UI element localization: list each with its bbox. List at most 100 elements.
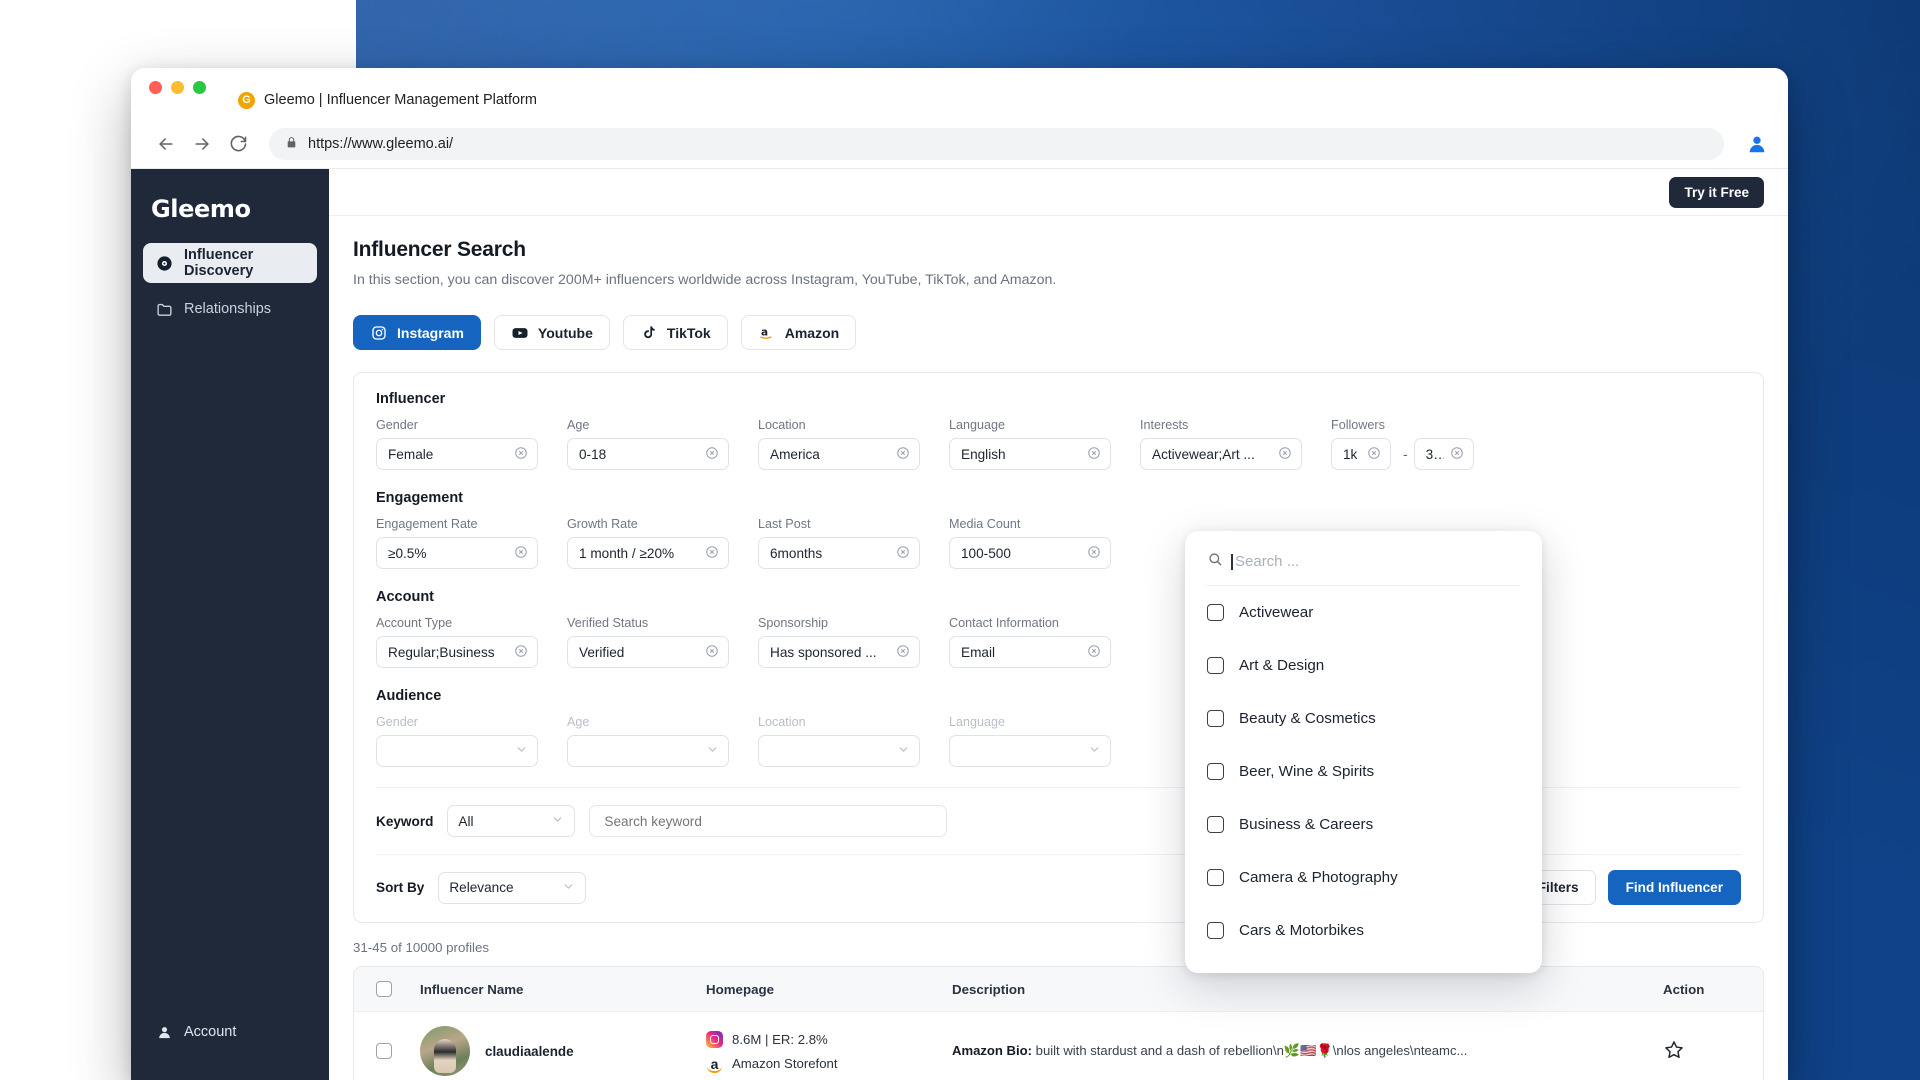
table-header-homepage: Homepage bbox=[696, 967, 942, 1012]
star-icon[interactable] bbox=[1663, 1040, 1685, 1064]
description-text: built with stardust and a dash of rebell… bbox=[1035, 1043, 1468, 1058]
results-table: Influencer Name Homepage Description Act… bbox=[353, 966, 1764, 1080]
filter-gender-control[interactable]: Female bbox=[376, 438, 538, 470]
sidebar-item-influencer-discovery[interactable]: Influencer Discovery bbox=[143, 243, 317, 283]
interest-checkbox[interactable] bbox=[1207, 869, 1224, 886]
results-count: 31-45 of 10000 profiles bbox=[353, 940, 490, 955]
sort-label: Sort By bbox=[376, 880, 425, 895]
filter-interests-control[interactable]: Activewear;Art ... bbox=[1140, 438, 1302, 470]
minimize-window-button[interactable] bbox=[171, 81, 184, 94]
interest-checkbox[interactable] bbox=[1207, 922, 1224, 939]
clear-icon[interactable] bbox=[705, 446, 719, 463]
clear-icon[interactable] bbox=[896, 446, 910, 463]
filter-audience-gender-control[interactable] bbox=[376, 735, 538, 767]
keyword-scope-select[interactable]: All bbox=[447, 805, 576, 837]
clear-icon[interactable] bbox=[896, 545, 910, 562]
sort-by-select[interactable]: Relevance bbox=[438, 871, 587, 904]
clear-icon[interactable] bbox=[896, 644, 910, 661]
interest-option-beer-wine-spirits[interactable]: Beer, Wine & Spirits bbox=[1207, 745, 1520, 798]
browser-tab[interactable]: G Gleemo | Influencer Management Platfor… bbox=[224, 80, 553, 120]
filter-language-control[interactable]: English bbox=[949, 438, 1111, 470]
filter-account-type-control[interactable]: Regular;Business bbox=[376, 636, 538, 668]
filter-age-control[interactable]: 0-18 bbox=[567, 438, 729, 470]
interests-search-row[interactable]: Search ... bbox=[1207, 551, 1520, 586]
filter-audience-gender: Gender bbox=[376, 715, 538, 767]
interest-checkbox[interactable] bbox=[1207, 763, 1224, 780]
reload-icon[interactable] bbox=[221, 127, 255, 161]
filter-contact-information-control[interactable]: Email bbox=[949, 636, 1111, 668]
tab-youtube[interactable]: Youtube bbox=[493, 315, 610, 350]
field-value: Verified bbox=[579, 644, 625, 660]
interest-option-cars-motorbikes[interactable]: Cars & Motorbikes bbox=[1207, 904, 1520, 957]
interest-checkbox[interactable] bbox=[1207, 657, 1224, 674]
interest-checkbox[interactable] bbox=[1207, 604, 1224, 621]
field-label: Media Count bbox=[949, 517, 1021, 531]
clear-icon[interactable] bbox=[1087, 545, 1101, 562]
filter-verified-status-control[interactable]: Verified bbox=[567, 636, 729, 668]
homepage-instagram[interactable]: 8.6M | ER: 2.8% bbox=[706, 1030, 932, 1048]
maximize-window-button[interactable] bbox=[193, 81, 206, 94]
filter-location-control[interactable]: America bbox=[758, 438, 920, 470]
filter-audience-age-control[interactable] bbox=[567, 735, 729, 767]
filter-followers-min-control[interactable]: 1k bbox=[1331, 438, 1391, 470]
clear-icon[interactable] bbox=[1087, 644, 1101, 661]
chevron-down-icon bbox=[515, 743, 528, 759]
filter-last-post-control[interactable]: 6months bbox=[758, 537, 920, 569]
interest-option-beauty-cosmetics[interactable]: Beauty & Cosmetics bbox=[1207, 692, 1520, 745]
clear-icon[interactable] bbox=[1450, 446, 1464, 463]
search-icon bbox=[1207, 551, 1223, 572]
filter-audience-location-control[interactable] bbox=[758, 735, 920, 767]
influencer-username[interactable]: claudiaalende bbox=[485, 1044, 574, 1059]
interest-option-business-careers[interactable]: Business & Careers bbox=[1207, 798, 1520, 851]
filter-followers-max-control[interactable]: 35k bbox=[1413, 438, 1474, 470]
filter-gender: Gender Female bbox=[376, 418, 538, 470]
filter-media-count-control[interactable]: 100-500 bbox=[949, 537, 1111, 569]
close-window-button[interactable] bbox=[149, 81, 162, 94]
clear-icon[interactable] bbox=[1278, 446, 1292, 463]
clear-icon[interactable] bbox=[1087, 446, 1101, 463]
clear-icon[interactable] bbox=[705, 644, 719, 661]
interest-checkbox[interactable] bbox=[1207, 710, 1224, 727]
user-icon bbox=[155, 1023, 173, 1041]
interest-option-activewear[interactable]: Activewear bbox=[1207, 586, 1520, 639]
sidebar-item-account[interactable]: Account bbox=[143, 1012, 317, 1052]
tab-instagram[interactable]: Instagram bbox=[353, 315, 481, 350]
filters-card: Influencer Gender Female Age 0-18 Locati… bbox=[353, 372, 1764, 923]
row-checkbox[interactable] bbox=[376, 1043, 392, 1059]
table-header-row: Influencer Name Homepage Description Act… bbox=[354, 967, 1763, 1012]
clear-icon[interactable] bbox=[514, 446, 528, 463]
tab-amazon[interactable]: a Amazon bbox=[740, 315, 857, 350]
find-influencer-button[interactable]: Find Influencer bbox=[1607, 870, 1741, 905]
clear-icon[interactable] bbox=[514, 644, 528, 661]
compass-icon bbox=[155, 254, 173, 272]
address-bar[interactable]: https://www.gleemo.ai/ bbox=[269, 128, 1724, 160]
keyword-search-input[interactable] bbox=[589, 805, 948, 837]
filter-sponsorship-control[interactable]: Has sponsored ... bbox=[758, 636, 920, 668]
page-subtitle: In this section, you can discover 200M+ … bbox=[353, 272, 1057, 288]
interest-checkbox[interactable] bbox=[1207, 816, 1224, 833]
profile-avatar-icon[interactable] bbox=[1742, 129, 1772, 159]
field-label: Language bbox=[949, 715, 1006, 729]
filter-engagement-rate-control[interactable]: ≥0.5% bbox=[376, 537, 538, 569]
row-description-cell: Amazon Bio: built with stardust and a da… bbox=[942, 1011, 1653, 1080]
tab-tiktok[interactable]: TikTok bbox=[622, 315, 728, 350]
filter-language: Language English bbox=[949, 418, 1111, 470]
back-icon[interactable] bbox=[149, 127, 183, 161]
select-all-checkbox[interactable] bbox=[376, 981, 392, 997]
interest-option-camera-photography[interactable]: Camera & Photography bbox=[1207, 851, 1520, 904]
clear-icon[interactable] bbox=[1367, 446, 1381, 463]
try-it-free-button[interactable]: Try it Free bbox=[1669, 176, 1764, 208]
interest-option-art-design[interactable]: Art & Design bbox=[1207, 639, 1520, 692]
clear-icon[interactable] bbox=[514, 545, 528, 562]
clear-icon[interactable] bbox=[705, 545, 719, 562]
sidebar-item-relationships[interactable]: Relationships bbox=[143, 289, 317, 329]
homepage-amazon-label: Amazon Storefont bbox=[732, 1056, 838, 1071]
tiktok-icon bbox=[640, 324, 658, 342]
interest-label: Beauty & Cosmetics bbox=[1239, 710, 1376, 727]
field-value: Activewear;Art ... bbox=[1152, 446, 1255, 462]
forward-icon[interactable] bbox=[185, 127, 219, 161]
filter-growth-rate-control[interactable]: 1 month / ≥20% bbox=[567, 537, 729, 569]
filter-audience-language-control[interactable] bbox=[949, 735, 1111, 767]
homepage-amazon[interactable]: a Amazon Storefont bbox=[706, 1056, 932, 1073]
filter-audience-language: Language bbox=[949, 715, 1111, 767]
